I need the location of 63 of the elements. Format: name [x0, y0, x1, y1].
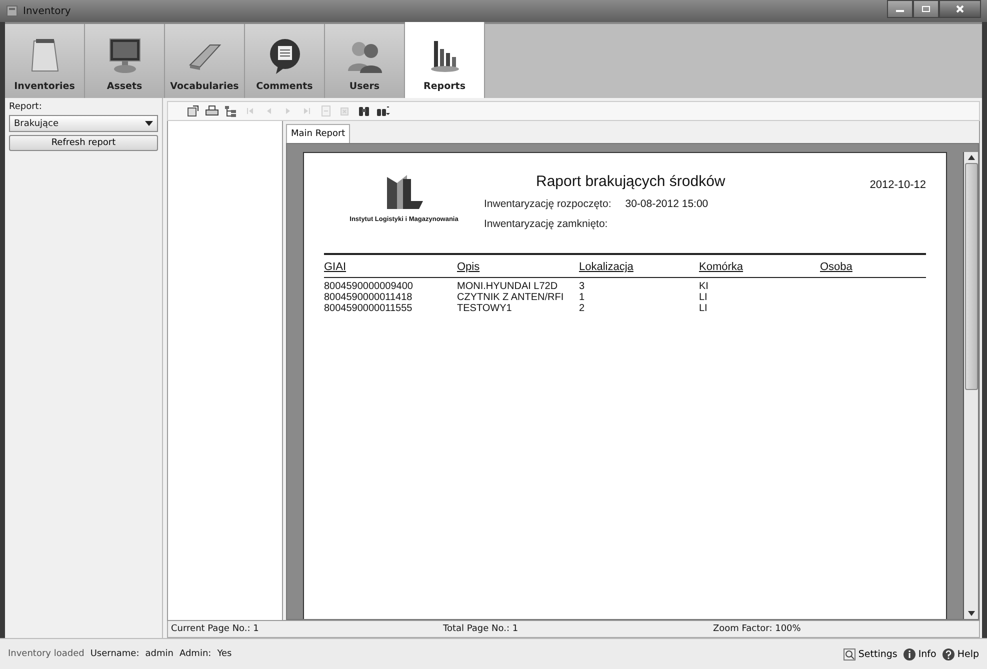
scroll-down-icon: [968, 611, 974, 616]
settings-icon: [843, 648, 856, 660]
tree-icon: [224, 105, 238, 117]
window-title: Inventory: [23, 6, 71, 16]
report-date: 2012-10-12: [870, 178, 926, 191]
table-cell-text: CZYTNIK Z ANTEN/RFI: [457, 292, 565, 303]
module-tab[interactable]: Inventories: [5, 24, 85, 98]
table-cell-text: 2: [579, 303, 586, 314]
table-cell-text: 1: [579, 292, 586, 303]
close-button[interactable]: [939, 0, 981, 18]
meta-value: 30-08-2012 15:00: [625, 198, 708, 210]
admin-label: Admin:: [179, 649, 212, 659]
scrollbar[interactable]: [963, 152, 978, 619]
meta-label: Inwentaryzację zamknięto:: [484, 218, 608, 230]
report-label: Report:: [9, 102, 43, 112]
report-dropdown[interactable]: Brakujące: [9, 115, 158, 132]
column-header: Osoba: [820, 261, 854, 273]
report-title: Raport brakujących środków: [535, 173, 726, 190]
column-header: Komórka: [699, 261, 744, 273]
viewer-status-text: Total Page No.: 1: [442, 624, 520, 634]
meta-label: Inwentaryzację rozpoczęto:: [484, 198, 612, 210]
table-cell-text: 8004590000011418: [324, 292, 414, 303]
report-tab[interactable]: Main Report: [286, 124, 350, 143]
caret-icon: [145, 121, 153, 126]
username-value: admin: [145, 649, 174, 659]
module-tab[interactable]: Users: [325, 24, 405, 98]
table-cell-text: LI: [699, 303, 708, 314]
module-tab[interactable]: Assets: [85, 24, 165, 98]
module-tab[interactable]: Vocabularies: [165, 24, 245, 98]
username-label: Username:: [90, 649, 140, 659]
go-to-page-icon: [319, 105, 333, 117]
table-cell-text: 8004590000011555: [324, 303, 414, 314]
maximize-icon: [921, 5, 931, 13]
module-tab[interactable]: Reports: [405, 22, 485, 98]
column-header: GIAI: [324, 261, 348, 273]
table-cell-text: 8004590000009400: [324, 281, 414, 292]
status-text: Inventory loaded: [8, 649, 84, 659]
viewer-status-text: Zoom Factor: 100%: [712, 624, 802, 634]
zoom-icon: [376, 105, 390, 117]
viewer-status-text: Current Page No.: 1: [170, 624, 260, 634]
help-link[interactable]: Help: [942, 648, 979, 660]
print-icon: [205, 105, 219, 117]
info-link[interactable]: Info: [903, 648, 936, 660]
export-icon: [186, 105, 200, 117]
admin-value: Yes: [217, 649, 232, 659]
settings-link[interactable]: Settings: [843, 648, 898, 660]
close-icon: [955, 5, 965, 13]
table-cell-text: KI: [699, 281, 710, 292]
table-cell-text: TESTOWY1: [457, 303, 513, 314]
column-header: Lokalizacja: [579, 261, 634, 273]
table-cell-text: 3: [579, 281, 586, 292]
search-icon: [357, 105, 371, 117]
refresh-button[interactable]: Refresh report: [9, 135, 158, 151]
help-icon: [942, 648, 956, 660]
scroll-up-icon: [968, 155, 974, 160]
info-icon: [903, 648, 916, 660]
minimize-button[interactable]: [887, 0, 913, 18]
table-cell-text: MONI.HYUNDAI L72D: [457, 281, 559, 292]
table-cell-text: LI: [699, 292, 708, 303]
app-icon: [6, 5, 18, 17]
maximize-button[interactable]: [913, 0, 939, 18]
module-tab[interactable]: Comments: [245, 24, 325, 98]
column-header: Opis: [457, 261, 481, 273]
